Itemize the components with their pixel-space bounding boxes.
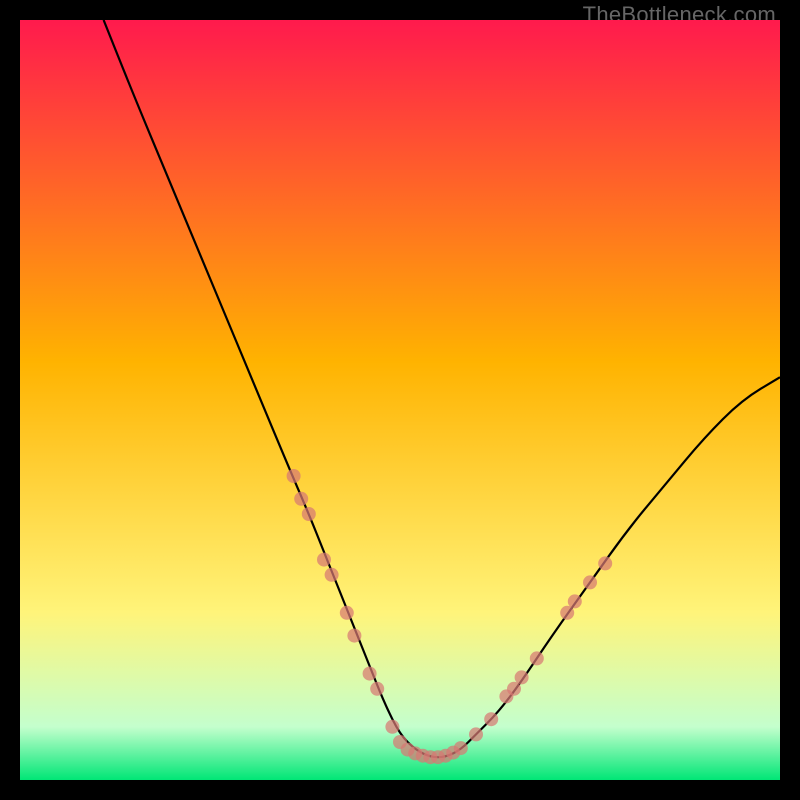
data-point (325, 568, 339, 582)
data-point (385, 720, 399, 734)
data-point (454, 741, 468, 755)
data-point (469, 727, 483, 741)
data-point (598, 556, 612, 570)
data-point (560, 606, 574, 620)
data-point (507, 682, 521, 696)
data-point (370, 682, 384, 696)
data-point (530, 651, 544, 665)
data-point (484, 712, 498, 726)
data-point (568, 594, 582, 608)
data-point (317, 553, 331, 567)
data-point (294, 492, 308, 506)
data-point (340, 606, 354, 620)
bottleneck-curve (20, 20, 780, 780)
data-point (363, 667, 377, 681)
data-point (302, 507, 316, 521)
data-point (515, 670, 529, 684)
data-point (583, 575, 597, 589)
data-point (287, 469, 301, 483)
plot-area (20, 20, 780, 780)
data-point (347, 629, 361, 643)
